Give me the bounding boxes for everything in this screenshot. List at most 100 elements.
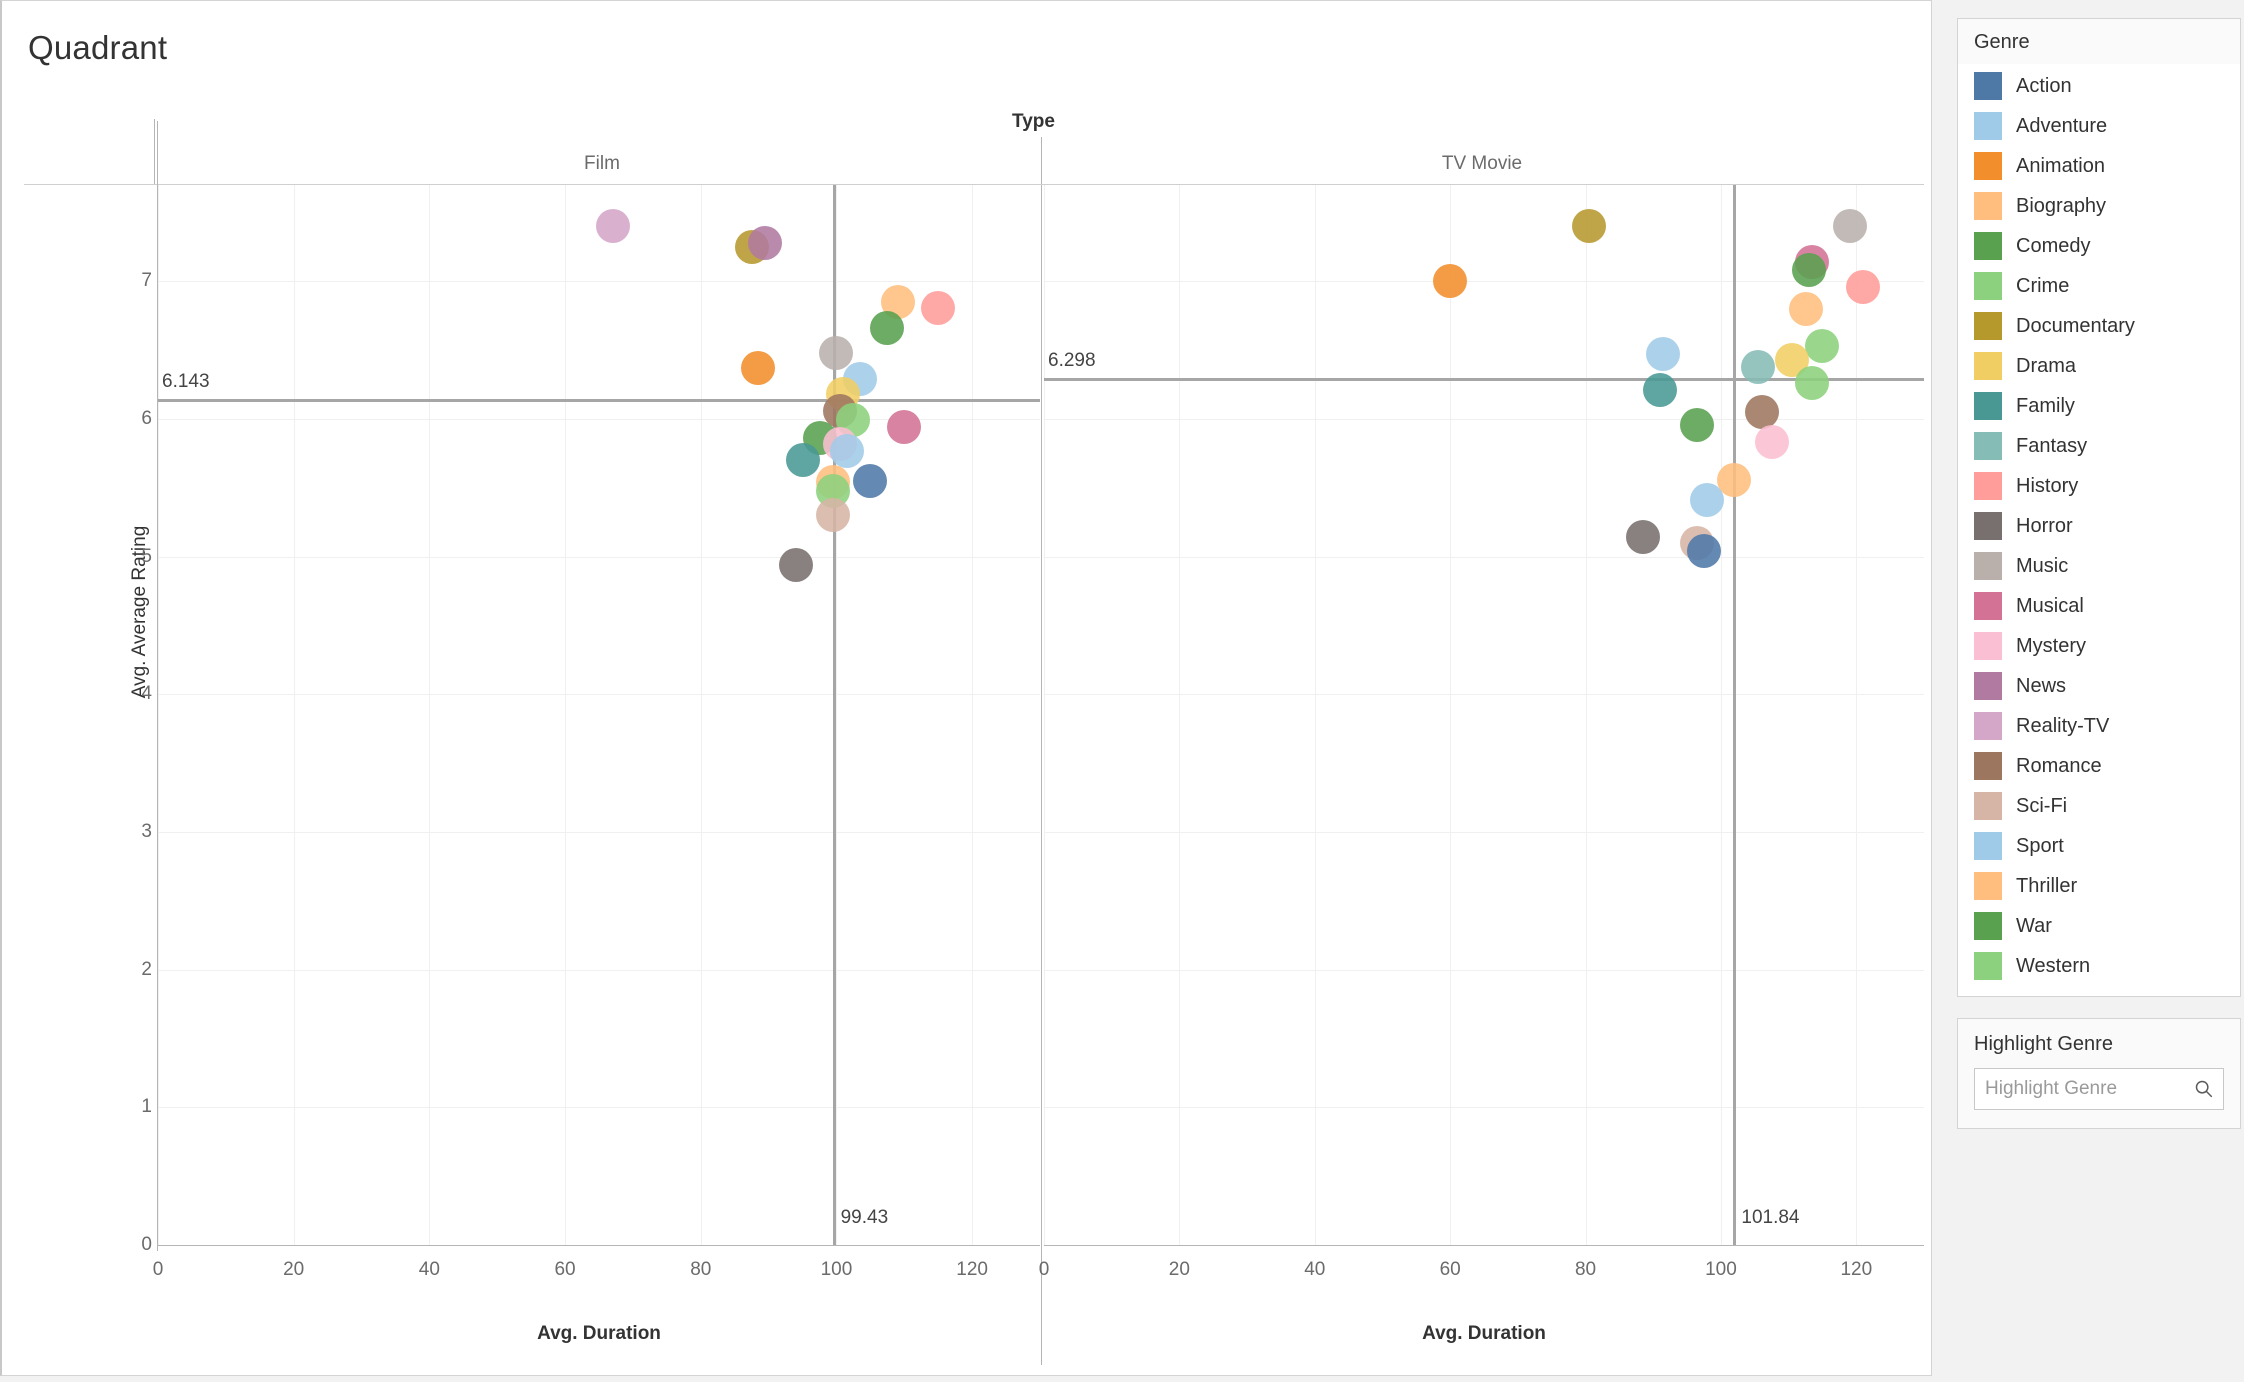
scatter-point-comedy[interactable] bbox=[1680, 407, 1715, 442]
gridline-vertical bbox=[1314, 185, 1316, 1245]
scatter-point-biography[interactable] bbox=[1788, 291, 1823, 326]
legend-swatch-icon bbox=[1974, 72, 2002, 100]
scatter-point-history[interactable] bbox=[921, 290, 956, 325]
gridline-vertical bbox=[429, 185, 431, 1245]
legend-swatch-icon bbox=[1974, 832, 2002, 860]
legend-item-musical[interactable]: Musical bbox=[1958, 586, 2240, 626]
x-axis-tick: 100 bbox=[1705, 1259, 1737, 1280]
page-title: Quadrant bbox=[28, 29, 168, 66]
scatter-pane-film[interactable]: 6.143 99.43 bbox=[158, 185, 1040, 1245]
x-axis-tick: 60 bbox=[554, 1259, 576, 1280]
scatter-point-action[interactable] bbox=[1687, 534, 1721, 569]
legend-item-label: Crime bbox=[2016, 274, 2070, 297]
legend-swatch-icon bbox=[1974, 592, 2002, 620]
legend-item-label: Romance bbox=[2016, 754, 2102, 777]
scatter-point-adventure[interactable] bbox=[1646, 337, 1681, 372]
scatter-point-action[interactable] bbox=[853, 463, 888, 498]
scatter-point-thriller[interactable] bbox=[1717, 462, 1752, 497]
legend-item-biography[interactable]: Biography bbox=[1958, 186, 2240, 226]
legend-swatch-icon bbox=[1974, 192, 2002, 220]
type-header-tick bbox=[1041, 137, 1042, 185]
scatter-point-sport[interactable] bbox=[1690, 483, 1725, 518]
legend-item-label: Comedy bbox=[2016, 234, 2091, 257]
legend-item-western[interactable]: Western bbox=[1958, 946, 2240, 986]
legend-swatch-icon bbox=[1974, 712, 2002, 740]
column-field-label: Type bbox=[1012, 111, 1055, 132]
highlight-genre-title: Highlight Genre bbox=[1974, 1033, 2113, 1055]
legend-list: Action Adventure Animation Biography Comedy C… bbox=[1958, 64, 2240, 996]
legend-item-war[interactable]: War bbox=[1958, 906, 2240, 946]
scatter-point-western[interactable] bbox=[1795, 366, 1830, 401]
scatter-point-news[interactable] bbox=[748, 225, 783, 260]
scatter-point-animation[interactable] bbox=[741, 351, 776, 386]
y-axis-tick: 7 bbox=[141, 270, 152, 292]
legend-item-adventure[interactable]: Adventure bbox=[1958, 106, 2240, 146]
legend-item-sci-fi[interactable]: Sci-Fi bbox=[1958, 786, 2240, 826]
legend-item-thriller[interactable]: Thriller bbox=[1958, 866, 2240, 906]
legend-item-horror[interactable]: Horror bbox=[1958, 506, 2240, 546]
y-axis-tick: 4 bbox=[141, 683, 152, 705]
x-axis-tick: 40 bbox=[418, 1259, 440, 1280]
legend-item-sport[interactable]: Sport bbox=[1958, 826, 2240, 866]
legend-item-mystery[interactable]: Mystery bbox=[1958, 626, 2240, 666]
gridline-horizontal bbox=[158, 832, 1040, 833]
pane-header-tv-movie[interactable]: TV Movie bbox=[1182, 153, 1782, 175]
legend-swatch-icon bbox=[1974, 672, 2002, 700]
axis-corner-tick bbox=[154, 119, 155, 185]
scatter-point-history[interactable] bbox=[1846, 269, 1881, 304]
scatter-point-fantasy[interactable] bbox=[1741, 349, 1776, 384]
scatter-point-sport[interactable] bbox=[829, 433, 864, 468]
legend-item-comedy[interactable]: Comedy bbox=[1958, 226, 2240, 266]
gridline-horizontal bbox=[1044, 832, 1924, 833]
legend-item-label: Western bbox=[2016, 954, 2091, 977]
y-axis-tick: 1 bbox=[141, 1096, 152, 1118]
x-axis-tick: 0 bbox=[152, 1259, 164, 1280]
x-axis-tick: 80 bbox=[1574, 1259, 1597, 1280]
reference-line-avg-duration bbox=[1733, 185, 1737, 1245]
y-axis-tick: 2 bbox=[141, 958, 152, 980]
scatter-point-musical[interactable] bbox=[887, 410, 922, 445]
scatter-point-animation[interactable] bbox=[1433, 264, 1468, 299]
x-axis-tick: 40 bbox=[1304, 1259, 1326, 1280]
highlight-genre-input-wrap[interactable] bbox=[1974, 1068, 2224, 1110]
legend-item-drama[interactable]: Drama bbox=[1958, 346, 2240, 386]
legend-item-history[interactable]: History bbox=[1958, 466, 2240, 506]
legend-item-family[interactable]: Family bbox=[1958, 386, 2240, 426]
scatter-point-reality-tv[interactable] bbox=[595, 209, 630, 244]
x-axis-tick: 120 bbox=[1840, 1259, 1873, 1280]
legend-swatch-icon bbox=[1974, 392, 2002, 420]
scatter-pane-tv-movie[interactable]: 6.298 101.84 bbox=[1044, 185, 1924, 1245]
scatter-point-horror[interactable] bbox=[1626, 520, 1661, 555]
x-axis-tick: 0 bbox=[1038, 1259, 1050, 1280]
scatter-point-family[interactable] bbox=[785, 443, 820, 478]
gridline-horizontal bbox=[1044, 969, 1924, 971]
legend-item-animation[interactable]: Animation bbox=[1958, 146, 2240, 186]
genre-legend-card: Genre Action Adventure Animation Biography C… bbox=[1957, 18, 2241, 997]
pane-header-film[interactable]: Film bbox=[302, 153, 902, 175]
scatter-point-family[interactable] bbox=[1643, 373, 1677, 408]
highlight-genre-input[interactable] bbox=[1975, 1069, 2223, 1109]
gridline-horizontal bbox=[1044, 419, 1924, 421]
scatter-point-romance[interactable] bbox=[1744, 395, 1779, 430]
scatter-point-music[interactable] bbox=[1832, 209, 1867, 244]
scatter-point-documentary[interactable] bbox=[1571, 209, 1606, 244]
gridline-vertical bbox=[1585, 185, 1587, 1245]
legend-item-reality-tv[interactable]: Reality-TV bbox=[1958, 706, 2240, 746]
legend-item-news[interactable]: News bbox=[1958, 666, 2240, 706]
legend-swatch-icon bbox=[1974, 912, 2002, 940]
y-axis-tick: 6 bbox=[141, 408, 152, 430]
scatter-point-war[interactable] bbox=[870, 311, 905, 346]
scatter-point-sci-fi[interactable] bbox=[816, 498, 851, 533]
legend-item-fantasy[interactable]: Fantasy bbox=[1958, 426, 2240, 466]
legend-swatch-icon bbox=[1974, 232, 2002, 260]
scatter-point-horror[interactable] bbox=[778, 547, 813, 582]
legend-item-action[interactable]: Action bbox=[1958, 66, 2240, 106]
scatter-point-mystery[interactable] bbox=[1754, 425, 1789, 460]
legend-item-crime[interactable]: Crime bbox=[1958, 266, 2240, 306]
legend-item-romance[interactable]: Romance bbox=[1958, 746, 2240, 786]
legend-item-documentary[interactable]: Documentary bbox=[1958, 306, 2240, 346]
gridline-horizontal bbox=[158, 281, 1040, 283]
scatter-point-crime[interactable] bbox=[1805, 329, 1840, 364]
legend-swatch-icon bbox=[1974, 472, 2002, 500]
legend-item-music[interactable]: Music bbox=[1958, 546, 2240, 586]
